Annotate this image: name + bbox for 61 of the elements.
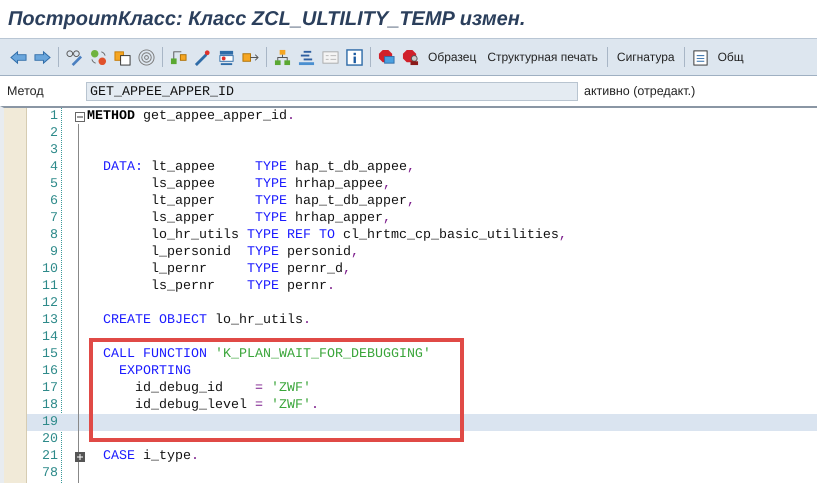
stop-person-icon[interactable] xyxy=(402,48,419,66)
code-line: CREATE OBJECT lo_hr_utils. xyxy=(103,313,311,328)
code-line: l_pernr TYPE pernr_d, xyxy=(151,262,351,277)
toolbar-button[interactable]: Общ xyxy=(716,48,746,66)
hierarchy-icon[interactable] xyxy=(274,48,291,66)
method-field[interactable]: GET_APPEE_APPER_ID xyxy=(86,82,578,100)
line-number: 15 xyxy=(41,347,58,362)
printer-icon[interactable] xyxy=(218,48,235,66)
line-number: 3 xyxy=(49,143,58,158)
line-number: 14 xyxy=(41,330,58,345)
line-number: 11 xyxy=(41,279,58,294)
code-line: l_personid TYPE personid, xyxy=(151,245,359,260)
code-line: ls_appee TYPE hrhap_appee, xyxy=(151,177,391,192)
code-line: id_debug_id = 'ZWF' xyxy=(135,381,311,396)
line-number: 5 xyxy=(49,177,58,192)
code-line: METHOD get_appee_apper_id. xyxy=(87,109,295,124)
line-number: 17 xyxy=(41,381,58,396)
code-line: lo_hr_utils TYPE REF TO cl_hrtmc_cp_basic_utilities, xyxy=(151,228,567,243)
field-label: Метод xyxy=(6,84,45,98)
expand-icon[interactable] xyxy=(75,452,85,462)
line-number: 21 xyxy=(41,449,58,464)
info-icon[interactable] xyxy=(346,48,363,66)
colored-circles-icon[interactable] xyxy=(90,48,107,66)
stop-monitor-icon[interactable] xyxy=(378,48,395,66)
toolbar-button[interactable]: Структурная печать xyxy=(485,48,600,66)
line-number: 18 xyxy=(41,398,58,413)
copy-squares-icon[interactable] xyxy=(114,48,131,66)
line-number: 1 xyxy=(49,109,58,124)
line-number: 6 xyxy=(49,194,58,209)
line-number: 2 xyxy=(49,126,58,141)
line-number: 20 xyxy=(41,432,58,447)
line-number: 16 xyxy=(41,364,58,379)
document-icon[interactable] xyxy=(692,48,709,66)
line-number: 13 xyxy=(41,313,58,328)
line-number: 8 xyxy=(49,228,58,243)
line-number: 19 xyxy=(41,415,58,430)
magic-wand-icon[interactable] xyxy=(194,48,211,66)
code-line: lt_apper TYPE hap_t_db_apper, xyxy=(151,194,415,209)
forward-arrow-icon[interactable] xyxy=(34,48,51,66)
line-number: 9 xyxy=(49,245,58,260)
code-line: id_debug_level = 'ZWF'. xyxy=(135,398,319,413)
toolbar-button[interactable]: Сигнатура xyxy=(614,48,677,66)
toolbar-button[interactable]: Образец xyxy=(426,48,478,66)
code-line: CASE i_type. xyxy=(103,449,199,464)
window-title: ПостроитКласс: Класс ZCL_ULTILITY_TEMP измен. xyxy=(8,8,526,30)
code-line: CALL FUNCTION 'K_PLAN_WAIT_FOR_DEBUGGING' xyxy=(103,347,431,362)
line-number: 10 xyxy=(41,262,58,277)
stacked-bars-icon[interactable] xyxy=(298,48,315,66)
collapse-icon[interactable] xyxy=(75,112,85,122)
linked-squares-icon[interactable] xyxy=(170,48,187,66)
code-line: ls_apper TYPE hrhap_apper, xyxy=(151,211,391,226)
line-number: 7 xyxy=(49,211,58,226)
back-arrow-icon[interactable] xyxy=(10,48,27,66)
line-number: 4 xyxy=(49,160,58,175)
code-line: DATA: lt_appee TYPE hap_t_db_appee, xyxy=(103,160,415,175)
line-number: 78 xyxy=(41,466,58,481)
status-text: активно (отредакт.) xyxy=(584,84,696,98)
code-line: ls_pernr TYPE pernr. xyxy=(151,279,335,294)
code-line: EXPORTING xyxy=(119,364,191,379)
line-number: 12 xyxy=(41,296,58,311)
glasses-pencil-icon[interactable] xyxy=(66,48,83,66)
